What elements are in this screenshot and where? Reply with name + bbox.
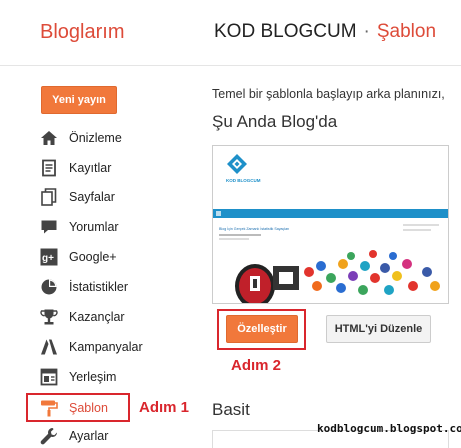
sidebar-item-stats[interactable]: İstatistikler bbox=[40, 276, 190, 298]
watermark-text: kodblogcum.blogspot.com bbox=[317, 422, 461, 435]
layout-icon bbox=[40, 368, 62, 386]
blog-breadcrumb: KOD BLOGCUM · Şablon bbox=[214, 21, 436, 43]
sidebar-item-label: Google+ bbox=[69, 250, 117, 264]
pages-icon bbox=[40, 188, 62, 206]
home-icon bbox=[40, 129, 62, 147]
comments-icon bbox=[40, 218, 62, 236]
sidebar-item-label: Kazançlar bbox=[69, 310, 125, 324]
sidebar-item-label: Kampanyalar bbox=[69, 340, 143, 354]
sidebar-item-overview[interactable]: Önizleme bbox=[40, 127, 190, 149]
brand-title[interactable]: Bloglarım bbox=[40, 21, 124, 44]
svg-text:g+: g+ bbox=[42, 253, 54, 264]
preview-post-title: Blog İçin Gerçek Zamanlı İstatistik Saya… bbox=[219, 226, 289, 231]
new-post-button[interactable]: Yeni yayın bbox=[41, 86, 117, 114]
sidebar-item-posts[interactable]: Kayıtlar bbox=[40, 157, 190, 179]
sidebar-item-label: Önizleme bbox=[69, 131, 122, 145]
posts-icon bbox=[40, 159, 62, 177]
sidebar-item-campaigns[interactable]: Kampanyalar bbox=[40, 336, 190, 358]
step1-annotation: Adım 1 bbox=[139, 399, 190, 416]
template-description: Temel bir şablonla başlayıp arka planını… bbox=[212, 87, 445, 101]
sidebar-item-earnings[interactable]: Kazançlar bbox=[40, 306, 190, 328]
trophy-icon bbox=[40, 308, 62, 326]
main-content: Temel bir şablonla başlayıp arka planını… bbox=[190, 67, 461, 448]
preview-logo-text: KOD BLOGCUM bbox=[226, 178, 261, 183]
edit-html-button[interactable]: HTML'yi Düzenle bbox=[326, 315, 431, 343]
basic-section-title: Basit bbox=[212, 400, 250, 419]
sidebar-item-settings[interactable]: Ayarlar bbox=[40, 425, 190, 447]
breadcrumb-separator: · bbox=[363, 21, 370, 42]
template-preview-image: KOD BLOGCUM Blog İçin Gerçek Zamanlı İst… bbox=[213, 146, 448, 303]
sidebar-item-label: Yerleşim bbox=[69, 370, 117, 384]
google-plus-icon: g+ bbox=[40, 248, 62, 266]
sidebar-item-label: Ayarlar bbox=[69, 429, 109, 443]
sidebar-item-layout[interactable]: Yerleşim bbox=[40, 366, 190, 388]
step2-annotation: Adım 2 bbox=[231, 357, 282, 374]
sidebar-item-label: Sayfalar bbox=[69, 190, 115, 204]
current-page-name: Şablon bbox=[376, 21, 437, 42]
sidebar: Yeni yayın Önizleme Kayıtlar Sayfalar Yo… bbox=[0, 67, 190, 448]
template-preview[interactable]: KOD BLOGCUM Blog İçin Gerçek Zamanlı İst… bbox=[212, 145, 449, 304]
pie-chart-icon bbox=[40, 278, 62, 296]
blog-name[interactable]: KOD BLOGCUM bbox=[214, 21, 357, 42]
sidebar-item-label: Kayıtlar bbox=[69, 161, 112, 175]
sidebar-item-comments[interactable]: Yorumlar bbox=[40, 216, 190, 238]
adwords-icon bbox=[40, 338, 62, 356]
step1-highlight-box bbox=[26, 393, 130, 422]
sidebar-item-google-plus[interactable]: g+ Google+ bbox=[40, 246, 190, 268]
top-header: Bloglarım KOD BLOGCUM · Şablon bbox=[0, 0, 461, 66]
sidebar-item-label: İstatistikler bbox=[69, 280, 129, 294]
current-template-title: Şu Anda Blog'da bbox=[212, 112, 338, 131]
sidebar-item-label: Yorumlar bbox=[69, 220, 119, 234]
step2-highlight-box bbox=[217, 309, 306, 350]
sidebar-item-pages[interactable]: Sayfalar bbox=[40, 186, 190, 208]
wrench-icon bbox=[40, 427, 62, 445]
